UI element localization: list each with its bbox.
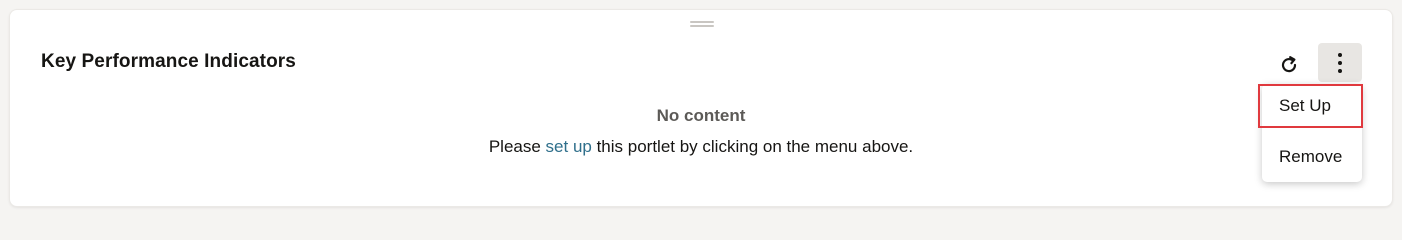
empty-state-title: No content (656, 106, 746, 125)
menu-item-remove[interactable]: Remove (1262, 135, 1362, 179)
refresh-icon (1281, 56, 1297, 73)
portlet-title: Key Performance Indicators (41, 51, 296, 72)
empty-msg-prefix: Please (488, 137, 546, 156)
actions-dropdown-menu: Set Up Remove (1258, 84, 1363, 182)
refresh-button[interactable] (1272, 48, 1306, 82)
kpi-portlet: Key Performance Indicators No content Pl… (10, 10, 1392, 206)
set-up-link[interactable]: set up (546, 137, 592, 156)
more-vertical-icon (1338, 52, 1342, 73)
menu-item-set-up[interactable]: Set Up (1258, 84, 1363, 128)
empty-msg-suffix: this portlet by clicking on the menu abo… (591, 137, 914, 156)
drag-handle-icon[interactable] (690, 21, 714, 28)
actions-menu-button[interactable] (1318, 43, 1362, 82)
empty-state-message: Please set up this portlet by clicking o… (10, 137, 1392, 157)
